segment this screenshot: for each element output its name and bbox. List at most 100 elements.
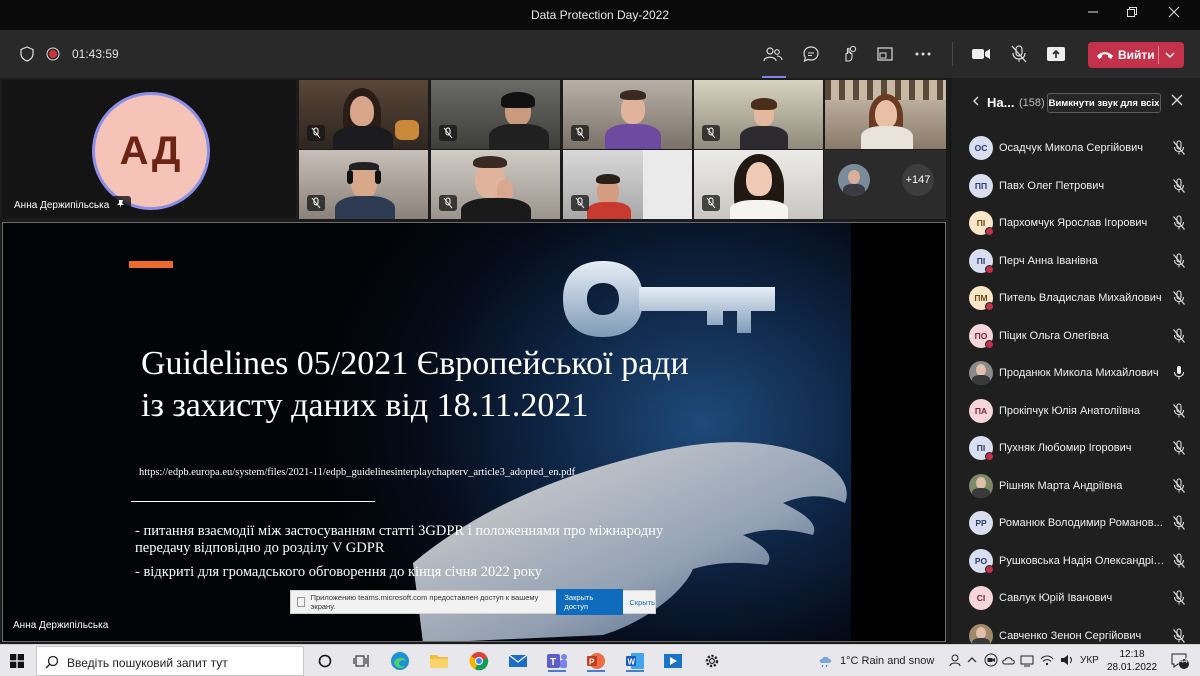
mute-all-button[interactable]: Вимкнути звук для всіх (1047, 93, 1161, 113)
chevron-left-icon[interactable] (971, 95, 981, 110)
mic-off-icon[interactable] (1172, 477, 1186, 494)
speaker-tile[interactable]: АД Анна Держипільська (2, 80, 296, 218)
meet-now-icon[interactable] (984, 653, 998, 670)
participant-name: Пухняк Любомир Ігорович (999, 442, 1132, 454)
mic-off-icon[interactable] (1172, 515, 1186, 531)
participant-row[interactable]: РО Рушковська Надія Олександрів... (951, 543, 1200, 581)
mic-off-icon[interactable] (1172, 290, 1186, 306)
participant-video-tile[interactable] (694, 80, 823, 149)
participant-name: Осадчук Микола Сергійович (999, 142, 1144, 154)
participant-row[interactable]: Проданюк Микола Михайлович (951, 355, 1200, 393)
mic-off-icon (702, 195, 720, 211)
participant-video-tile[interactable] (563, 150, 692, 219)
media-player-icon[interactable] (662, 650, 684, 672)
participant-name: Прокіпчук Юлія Анатоліївна (999, 404, 1140, 417)
leave-button[interactable]: Вийти (1088, 42, 1184, 68)
participant-row[interactable]: ПІ Пархомчук Ярослав Ігорович (951, 205, 1200, 243)
minimize-icon[interactable] (1085, 6, 1101, 22)
participant-video-tile[interactable] (431, 150, 560, 219)
overflow-participants-tile[interactable]: +147 (824, 150, 946, 219)
chevron-down-icon[interactable] (1164, 48, 1176, 66)
windows-start-icon[interactable] (10, 654, 24, 673)
language-indicator[interactable]: УКР (1080, 655, 1099, 666)
mic-off-icon (702, 125, 720, 141)
hide-notification-link[interactable]: Скрыть (629, 598, 655, 607)
participant-video-tile[interactable] (431, 80, 560, 149)
mic-off-icon[interactable] (1172, 402, 1186, 419)
participant-name: Савченко Зенон Сергійович (999, 629, 1142, 642)
file-explorer-icon[interactable] (428, 650, 450, 672)
mic-off-icon[interactable] (1172, 327, 1186, 344)
participant-name: Рішняк Марта Андріївна (999, 479, 1123, 492)
powerpoint-icon[interactable]: P (585, 650, 607, 672)
participant-row[interactable]: ПА Прокіпчук Юлія Анатоліївна (951, 393, 1200, 431)
mic-off-icon[interactable] (1172, 177, 1186, 194)
settings-icon[interactable] (701, 650, 723, 672)
more-options-icon[interactable] (912, 44, 934, 64)
share-screen-icon[interactable] (1045, 44, 1067, 64)
status-badge (985, 452, 994, 461)
participant-row[interactable]: РР Романюк Володимир Романов... (951, 505, 1200, 543)
volume-icon[interactable] (1060, 653, 1074, 670)
participant-row[interactable]: ПО Піцик Ольга Олегівна (951, 318, 1200, 356)
weather-text[interactable]: 1°C Rain and snow (840, 655, 934, 667)
mic-off-icon[interactable] (1172, 440, 1186, 456)
notification-center-icon[interactable]: 44 (1170, 652, 1190, 670)
participants-panel: На... (158) Вимкнути звук для всіх ОС Оса… (950, 78, 1200, 644)
onedrive-icon[interactable] (1002, 653, 1016, 670)
participant-name: Піцик Ольга Олегівна (999, 329, 1109, 342)
participant-row[interactable]: ПП Павх Олег Петрович (951, 168, 1200, 206)
participant-row[interactable]: СІ Савлук Юрій Іванович (951, 580, 1200, 618)
shield-icon[interactable] (16, 44, 38, 64)
reactions-icon[interactable] (838, 44, 860, 64)
edge-icon[interactable] (389, 650, 411, 672)
task-view-icon[interactable] (350, 650, 372, 672)
participant-row[interactable]: Рішняк Марта Андріївна (951, 468, 1200, 506)
chat-icon[interactable] (800, 44, 822, 64)
mic-on-icon[interactable] (1172, 365, 1186, 381)
participant-video-tile[interactable] (694, 150, 823, 219)
search-icon (45, 655, 59, 674)
participant-name: Павх Олег Петрович (999, 179, 1105, 192)
taskbar-search-box[interactable]: Введіть пошуковий запит тут (36, 646, 304, 676)
network-icon[interactable] (1020, 653, 1034, 670)
chevron-up-icon[interactable] (966, 653, 978, 670)
participant-video-tile[interactable] (299, 80, 428, 149)
close-window-icon[interactable] (1166, 6, 1182, 22)
participant-avatar: ПП (969, 173, 993, 198)
mic-off-icon[interactable] (1172, 215, 1186, 231)
mic-off-icon[interactable] (1172, 140, 1186, 156)
cortana-icon[interactable] (314, 650, 336, 672)
participant-row[interactable]: ПІ Перч Анна Іванівна (951, 243, 1200, 281)
participants-title: На... (987, 95, 1015, 110)
mic-off-icon[interactable] (1172, 252, 1186, 269)
taskbar-clock[interactable]: 12:18 28.01.2022 (1104, 648, 1160, 674)
stop-sharing-button[interactable]: Закрыть доступ (556, 589, 624, 615)
mic-off-icon[interactable] (1172, 590, 1186, 606)
mic-off-icon[interactable] (1172, 552, 1186, 569)
restore-icon[interactable] (1124, 6, 1140, 22)
mail-icon[interactable] (507, 650, 529, 672)
participant-row[interactable]: ОС Осадчук Микола Сергійович (951, 130, 1200, 168)
close-icon[interactable] (1171, 93, 1183, 109)
mic-off-icon[interactable] (1172, 627, 1186, 644)
avatar-photo (976, 476, 986, 489)
shared-screen: Guidelines 05/2021 Європейської ради із … (2, 222, 946, 642)
participant-video-tile[interactable] (563, 80, 692, 149)
participant-video-tile[interactable] (299, 150, 428, 219)
mic-off-icon (439, 125, 457, 141)
word-icon[interactable]: W (624, 650, 646, 672)
camera-icon[interactable] (970, 44, 992, 64)
wifi-icon[interactable] (1040, 653, 1054, 670)
teams-icon[interactable]: T (546, 650, 568, 672)
breakout-rooms-icon[interactable] (874, 44, 896, 64)
participant-row[interactable]: Савченко Зенон Сергійович (951, 618, 1200, 644)
participant-video-tile[interactable] (825, 80, 946, 149)
people-tray-icon[interactable] (948, 653, 962, 670)
participant-row[interactable]: ПМ Питель Владислав Михайлович (951, 280, 1200, 318)
participant-row[interactable]: ПІ Пухняк Любомир Ігорович (951, 430, 1200, 468)
people-icon[interactable] (762, 44, 784, 64)
chrome-icon[interactable] (468, 650, 490, 672)
mic-off-icon (307, 125, 325, 141)
mic-off-icon[interactable] (1008, 44, 1030, 64)
